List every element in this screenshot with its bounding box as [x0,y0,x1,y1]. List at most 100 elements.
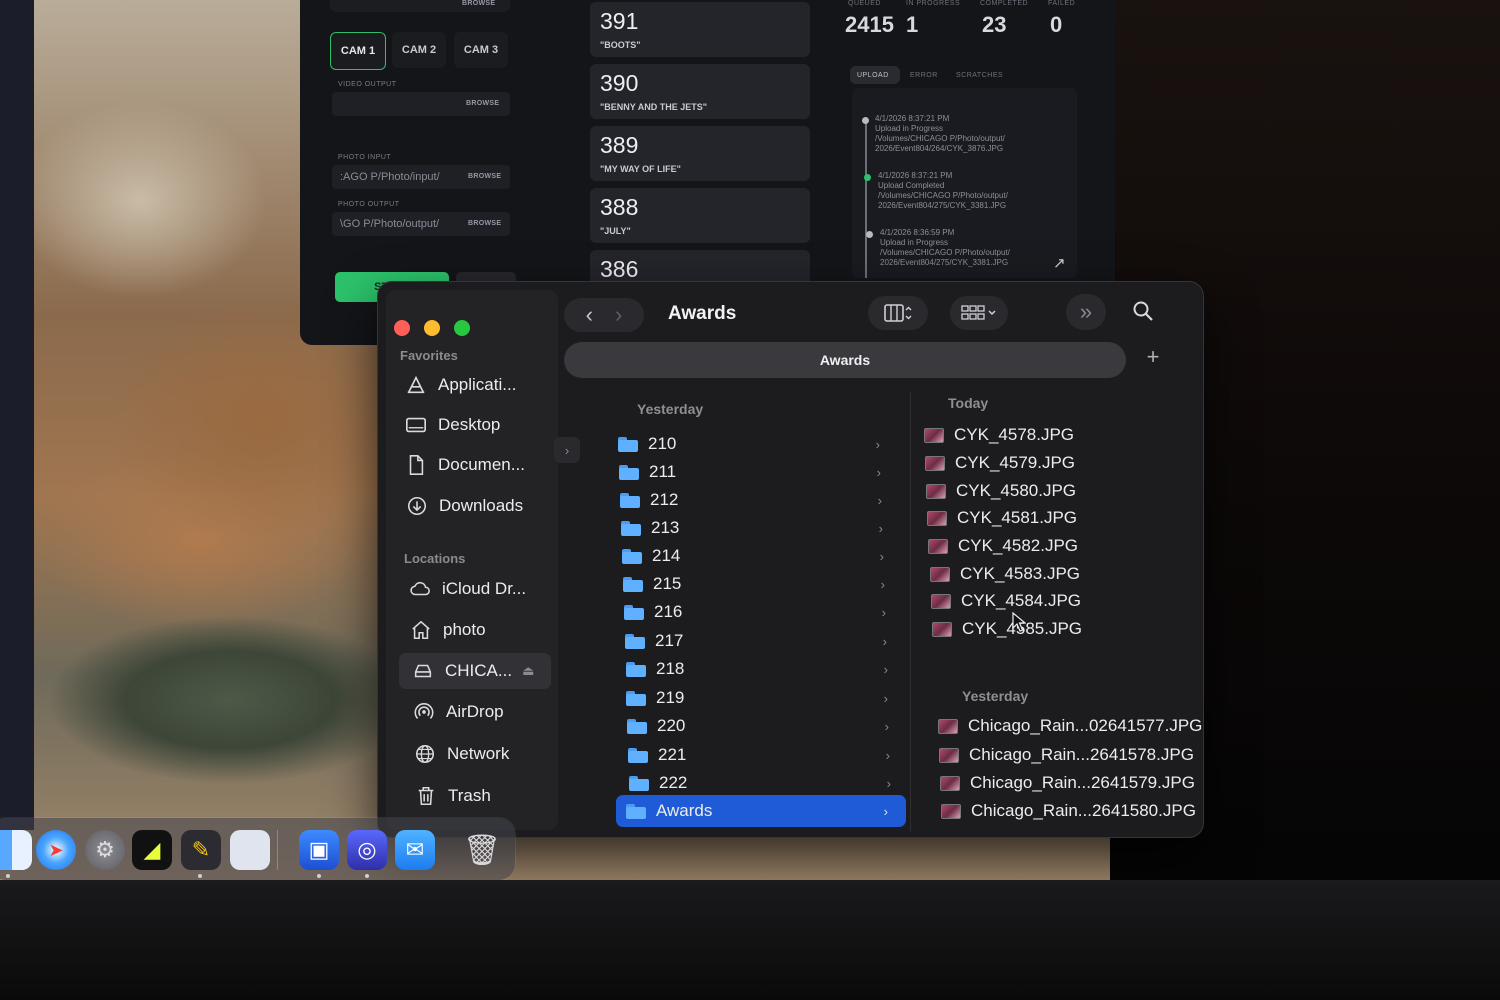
file-row[interactable]: CYK_4585.JPG [932,616,1082,642]
folder-row[interactable]: 217 › [615,628,905,654]
file-name: CYK_4582.JPG [958,536,1079,555]
sidebar-item-photo[interactable]: photo [397,612,549,648]
folder-row[interactable]: 210 › [608,431,898,457]
video-output-field[interactable]: BROWSE [332,92,510,116]
folder-row[interactable]: 213 › [611,515,901,541]
sidebar-item-label: Applicati... [438,375,517,394]
favorites-heading: Favorites [400,348,458,363]
screenshot-icon[interactable]: ◎ [347,830,387,870]
folder-icon [624,604,644,620]
trash-icon[interactable]: 🗑 [462,830,502,870]
file-row[interactable]: CYK_4581.JPG [927,505,1077,531]
sidebar-item-network[interactable]: Network [401,736,553,772]
sidebar-item-documents[interactable]: Documen... [392,447,544,483]
sidebar-item-downloads[interactable]: Downloads [393,488,545,524]
eject-icon[interactable]: ⏏ [522,663,534,679]
photo-input-browse-button[interactable]: BROWSE [468,173,501,180]
folder-row[interactable]: 219 › [616,685,906,711]
song-card[interactable]: 388 "JULY" [590,188,810,243]
folder-row-selected[interactable]: Awards › [616,795,906,827]
folder-icon [619,464,639,480]
folder-row[interactable]: 216 › [614,599,904,625]
log-path: /Volumes/CHICAGO P/Photo/output/ 2026/Ev… [878,191,1008,210]
column-divider [910,392,911,832]
folder-row[interactable]: 214 › [612,543,902,569]
file-row[interactable]: Chicago_Rain...2641579.JPG [940,770,1195,796]
sidebar-item-chicago-drive[interactable]: CHICA... ⏏ [399,653,551,689]
tab-scratches[interactable]: SCRATCHES [956,72,1003,79]
log-dot [866,231,873,238]
file-row[interactable]: CYK_4584.JPG [931,588,1081,614]
top-path-field[interactable]: BROWSE [330,0,510,12]
song-card[interactable]: 391 "BOOTS" [590,2,810,57]
home-icon [405,619,437,641]
back-button[interactable]: ‹ [586,302,593,328]
finder-icon[interactable] [0,830,32,870]
minimize-button[interactable] [424,320,440,336]
file-row[interactable]: CYK_4582.JPG [928,533,1078,559]
image-thumbnail-icon [941,803,961,819]
file-row[interactable]: Chicago_Rain...02641577.JPG [938,713,1202,739]
notes-icon[interactable]: ◢ [132,830,172,870]
add-tab-button[interactable]: + [1138,342,1168,372]
file-name: CYK_4580.JPG [956,481,1077,500]
mail-icon[interactable]: ✉ [395,830,435,870]
folder-name: 217 [655,631,684,650]
sidebar-item-icloud[interactable]: iCloud Dr... [396,571,548,607]
expand-arrow-icon[interactable]: ↗ [1053,254,1066,272]
sidebar-item-trash[interactable]: Trash [402,778,554,814]
search-button[interactable] [1126,294,1160,328]
image-thumbnail-icon [928,538,948,554]
photo-output-field[interactable]: \GO P/Photo/output/ BROWSE [332,212,510,236]
browse-button[interactable]: BROWSE [462,0,495,7]
video-output-browse-button[interactable]: BROWSE [466,100,499,107]
folder-row[interactable]: 221 › [618,742,908,768]
file-row[interactable]: Chicago_Rain...2641580.JPG [941,798,1196,824]
tab-upload[interactable]: UPLOAD [857,72,889,79]
sidebar-item-desktop[interactable]: Desktop [392,407,544,443]
cam-2-button[interactable]: CAM 2 [392,32,446,68]
close-button[interactable] [394,320,410,336]
in-progress-count: 1 [906,12,919,37]
cam-1-button[interactable]: CAM 1 [330,32,386,70]
sticky-app-icon[interactable]: ✎ [181,830,221,870]
song-card[interactable]: 390 "BENNY AND THE JETS" [590,64,810,119]
cam-3-button[interactable]: CAM 3 [454,32,508,68]
folder-row[interactable]: 211 › [609,459,899,485]
sidebar-item-airdrop[interactable]: AirDrop [400,694,552,730]
forward-button[interactable]: › [615,302,622,328]
sidebar-item-applications[interactable]: Applicati... [392,367,544,403]
log-time: 4/1/2026 8:37:21 PM [875,114,950,123]
zoom-button[interactable] [454,320,470,336]
group-button[interactable] [950,296,1008,330]
more-toolbar-icon[interactable]: » [1066,294,1106,330]
view-mode-button[interactable] [868,296,928,330]
path-bar[interactable]: Awards [564,342,1126,378]
photo-input-field[interactable]: :AGO P/Photo/input/ BROWSE [332,165,510,189]
search-icon [1133,301,1153,321]
capture-app-icon[interactable]: ▣ [299,830,339,870]
file-name: CYK_4578.JPG [954,425,1075,444]
preview-icon[interactable] [230,830,270,870]
file-row[interactable]: CYK_4578.JPG [924,422,1074,448]
folder-row[interactable]: 220 › [617,713,907,739]
folder-row[interactable]: 215 › [613,571,903,597]
tab-error[interactable]: ERROR [910,72,938,79]
folder-row[interactable]: 218 › [616,656,906,682]
photo-output-browse-button[interactable]: BROWSE [468,220,501,227]
file-name: Chicago_Rain...2641578.JPG [969,745,1194,764]
song-card[interactable]: 389 "MY WAY OF LIFE" [590,126,810,181]
folder-row[interactable]: 212 › [610,487,900,513]
folder-name: 215 [653,574,682,593]
file-row[interactable]: Chicago_Rain...2641578.JPG [939,742,1194,768]
folder-icon [623,576,643,592]
file-row[interactable]: CYK_4583.JPG [930,561,1080,587]
system-settings-icon[interactable]: ⚙ [85,830,125,870]
file-row[interactable]: CYK_4580.JPG [926,478,1076,504]
safari-icon[interactable]: ➤ [36,830,76,870]
chevron-right-icon: › [881,604,886,620]
chevron-right-icon[interactable]: › [554,437,580,463]
file-row[interactable]: CYK_4579.JPG [925,450,1075,476]
image-thumbnail-icon [924,427,944,443]
folder-row[interactable]: 222 › [619,770,909,796]
